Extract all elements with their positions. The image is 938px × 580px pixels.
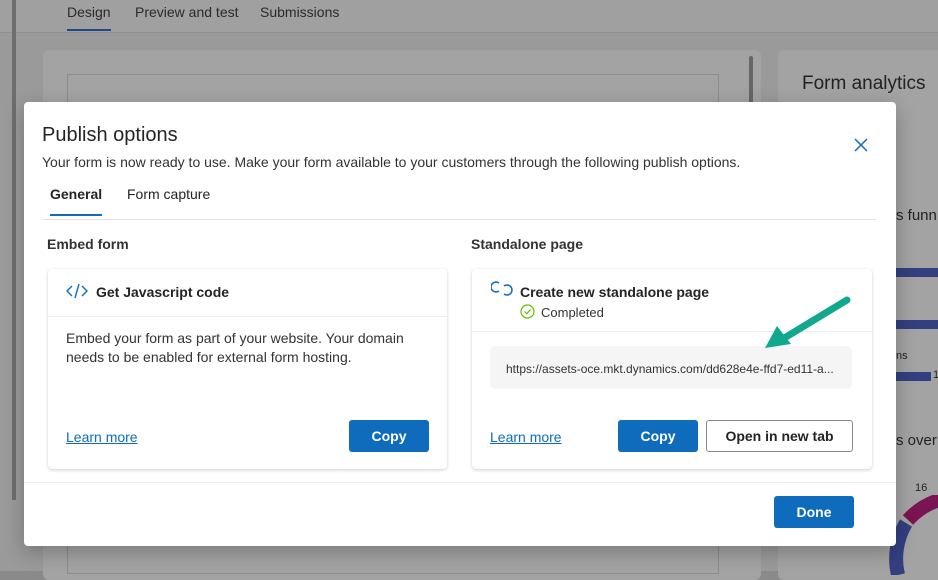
dialog-title: Publish options <box>42 124 178 146</box>
embed-description: Embed your form as part of your website.… <box>66 330 404 365</box>
left-scrollbar <box>12 0 16 500</box>
funnel-bar <box>896 372 931 381</box>
funnel-label: ns <box>896 350 908 362</box>
dialog-subtitle: Your form is now ready to use. Make your… <box>42 154 741 170</box>
status-text: Completed <box>541 305 604 320</box>
checkmark-circle-icon <box>520 304 535 319</box>
tab-design[interactable]: Design <box>67 4 111 31</box>
donut-label: 16 <box>915 482 928 494</box>
embed-form-heading: Embed form <box>47 236 129 252</box>
card-title: Create new standalone page <box>520 284 710 300</box>
link-icon <box>491 281 513 296</box>
copy-code-button[interactable]: Copy <box>349 420 429 452</box>
tab-preview[interactable]: Preview and test <box>135 4 239 20</box>
open-in-new-tab-button[interactable]: Open in new tab <box>706 420 853 452</box>
code-icon <box>66 283 88 299</box>
done-button[interactable]: Done <box>774 496 854 528</box>
tab-general[interactable]: General <box>50 186 103 216</box>
funnel-bar <box>896 320 938 329</box>
learn-more-link[interactable]: Learn more <box>490 429 562 445</box>
background-tab-bar: Design Preview and test Submissions <box>0 0 938 33</box>
tab-divider <box>42 219 876 220</box>
publish-options-dialog: Publish options Your form is now ready t… <box>24 102 896 546</box>
close-icon[interactable] <box>852 136 870 154</box>
tab-form-capture[interactable]: Form capture <box>127 186 210 214</box>
card-title: Get Javascript code <box>96 284 230 300</box>
standalone-page-heading: Standalone page <box>471 236 584 252</box>
learn-more-link[interactable]: Learn more <box>66 429 138 445</box>
scrollbar[interactable] <box>749 56 753 104</box>
funnel-heading: s funn <box>896 207 937 224</box>
overview-heading: s over <box>896 432 937 449</box>
copy-url-button[interactable]: Copy <box>618 420 698 452</box>
analytics-title: Form analytics <box>802 73 926 94</box>
funnel-bar <box>896 268 938 277</box>
annotation-arrow-icon <box>765 296 851 348</box>
footer-divider <box>24 482 896 483</box>
tab-submissions[interactable]: Submissions <box>260 4 339 20</box>
funnel-value: 1 <box>933 369 938 381</box>
embed-form-card: Get Javascript code Embed your form as p… <box>48 269 447 469</box>
